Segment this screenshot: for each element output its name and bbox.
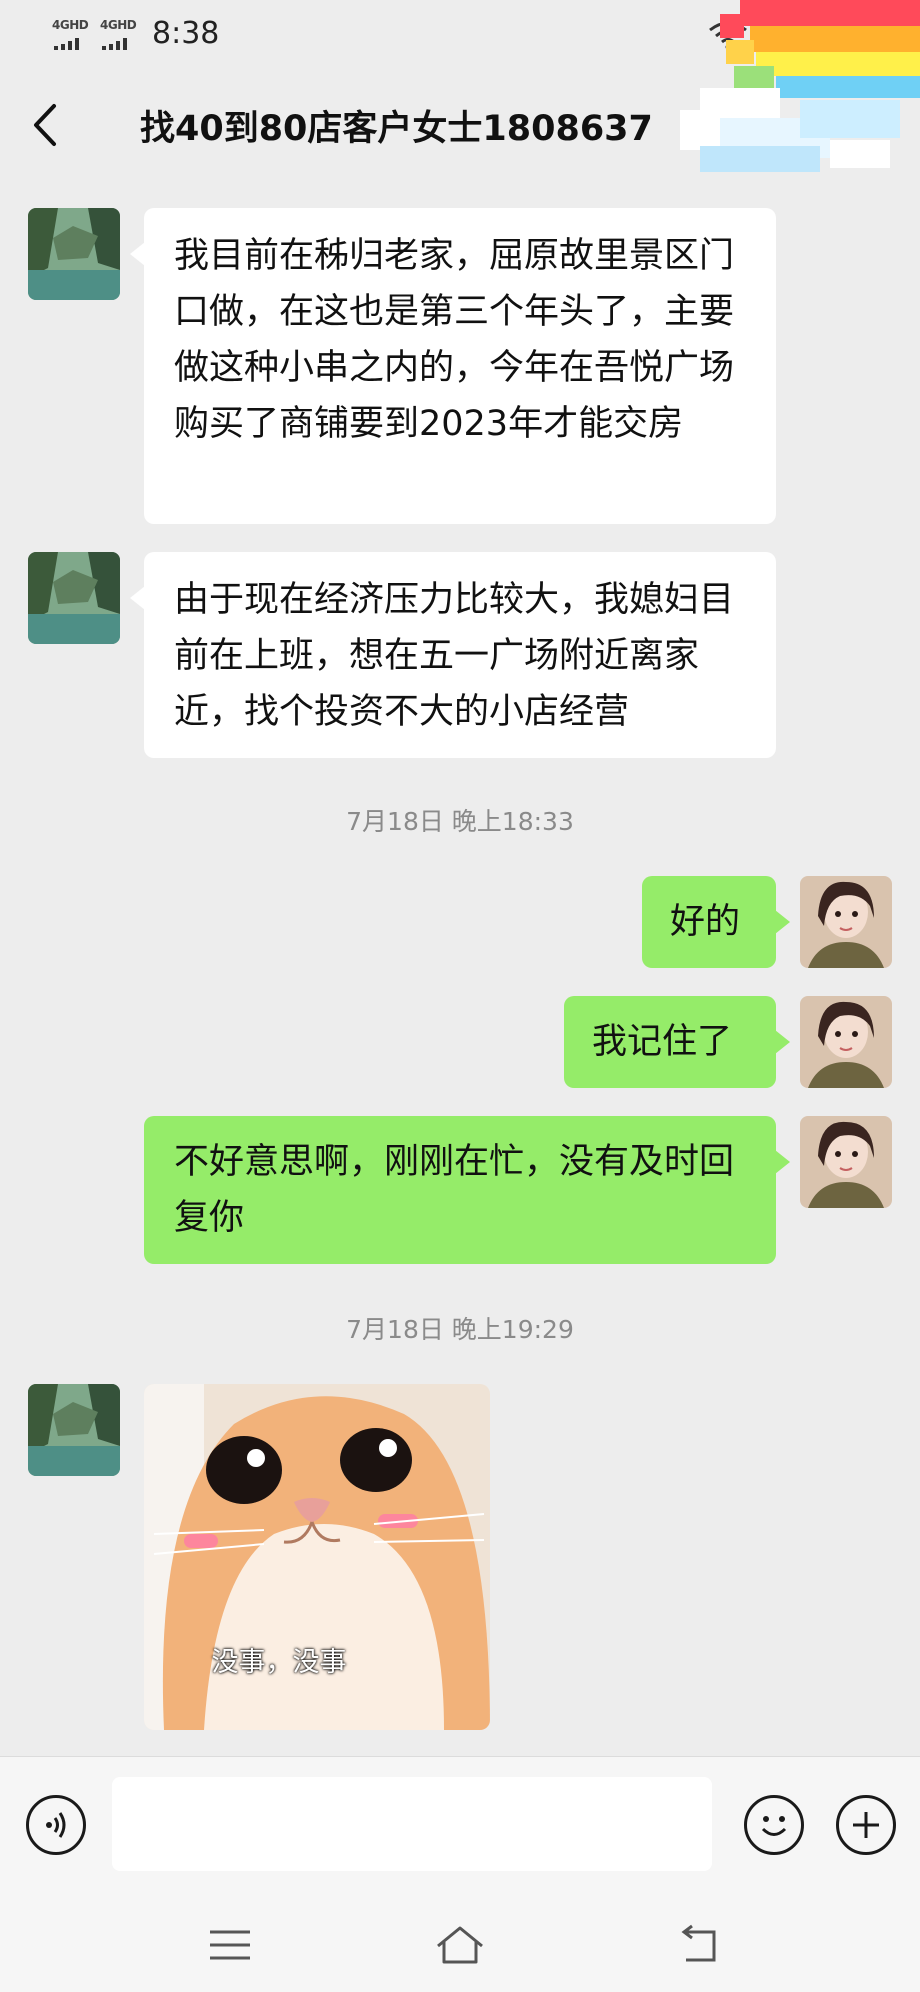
message-bubble: 不好意思啊，刚刚在忙，没有及时回复你 — [144, 1116, 790, 1264]
contact-avatar[interactable] — [28, 1384, 120, 1476]
timestamp: 7月18日 晚上18:33 — [346, 807, 574, 836]
system-navigation-bar — [0, 1890, 920, 1992]
contact-avatar[interactable] — [28, 552, 120, 644]
timestamp: 7月18日 晚上19:29 — [346, 1315, 574, 1344]
cat-sticker[interactable]: 没事，没事 — [144, 1384, 490, 1730]
message-input-bar — [0, 1756, 920, 1890]
user-avatar[interactable] — [800, 876, 892, 968]
chat-title: 找40到80店客户女士1808637 — [140, 109, 653, 149]
back-icon[interactable] — [670, 1920, 730, 1970]
plus-icon — [853, 1812, 879, 1838]
message-bubble: 由于现在经济压力比较大，我媳妇目前在上班，想在五一广场附近离家近，找个投资不大的… — [130, 552, 776, 758]
message-input[interactable] — [112, 1777, 712, 1871]
network-type-label: 4GHD — [100, 18, 137, 32]
cellular-signal-1: 4GHD — [52, 18, 94, 52]
signal-bars-icon — [54, 38, 79, 50]
home-icon[interactable] — [430, 1920, 490, 1970]
chat-screen: 4GHD 4GHD 8:38 找40到80店客户女士1808637 ··· — [0, 0, 920, 1992]
emoji-icon — [761, 1816, 787, 1836]
back-button[interactable] — [26, 100, 66, 150]
signal-bars-icon — [102, 38, 127, 50]
contact-avatar[interactable] — [28, 208, 120, 300]
cellular-signal-2: 4GHD — [100, 18, 142, 52]
message-bubble: 好的 — [642, 876, 790, 968]
clock: 8:38 — [152, 16, 220, 51]
rainbow-sticker-overlay — [680, 0, 920, 172]
message-bubble: 我目前在秭归老家，屈原故里景区门口做，在这也是第三个年头了，主要做这种小串之内的… — [130, 208, 776, 524]
voice-button[interactable] — [26, 1795, 86, 1855]
emoji-button[interactable] — [744, 1795, 804, 1855]
user-avatar[interactable] — [800, 996, 892, 1088]
message-bubble: 我记住了 — [564, 996, 790, 1088]
network-type-label: 4GHD — [52, 18, 89, 32]
sticker-caption: 没事，没事 — [211, 1647, 347, 1678]
menu-icon[interactable] — [200, 1920, 260, 1970]
more-functions-button[interactable] — [836, 1795, 896, 1855]
user-avatar[interactable] — [800, 1116, 892, 1208]
voice-icon — [46, 1812, 66, 1838]
